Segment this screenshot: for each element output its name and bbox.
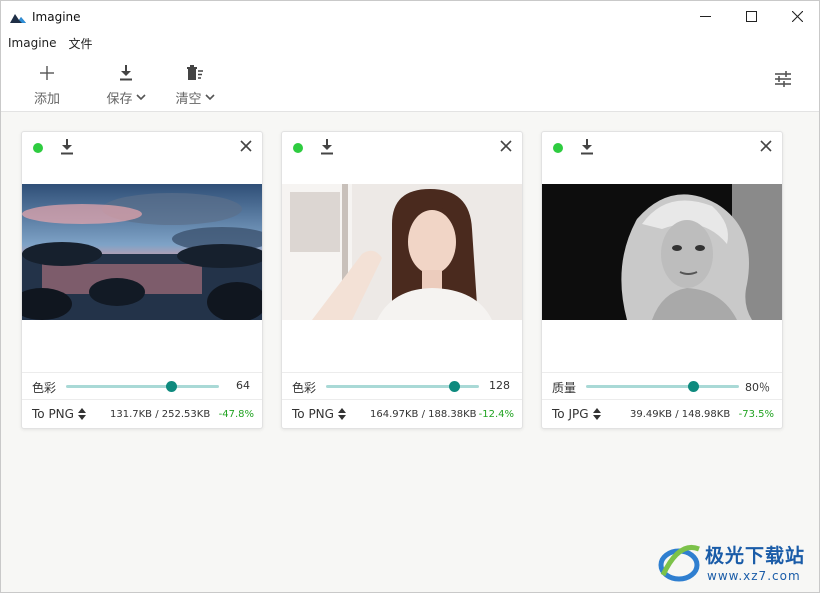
slider-handle[interactable] xyxy=(449,381,461,392)
status-dot xyxy=(293,143,303,153)
chevron-down-icon xyxy=(135,94,146,101)
sort-arrows-icon xyxy=(592,408,601,420)
app-window: Imagine Imagine 文件 添加 保存 清空 色彩 64 To PNG… xyxy=(0,0,820,593)
title-bar: Imagine xyxy=(1,1,819,32)
format-select[interactable]: To PNG xyxy=(32,407,86,421)
sliders-icon xyxy=(775,71,791,87)
image-card: 色彩 64 To PNG 131.7KB / 252.53KB -47.8% xyxy=(21,131,263,429)
watermark-title: 极光下载站 xyxy=(705,545,806,567)
window-title: Imagine xyxy=(32,9,81,24)
close-icon xyxy=(791,11,803,22)
quality-slider-row: 质量 80％ xyxy=(542,372,782,399)
size-change: -47.8% xyxy=(218,409,254,420)
slider-track[interactable] xyxy=(66,385,219,388)
landscape-image xyxy=(22,184,262,320)
menu-imagine[interactable]: Imagine xyxy=(2,36,63,50)
close-icon[interactable] xyxy=(500,140,512,152)
status-dot xyxy=(553,143,563,153)
save-button[interactable]: 保存 xyxy=(102,62,150,107)
file-sizes: 164.97KB / 188.38KB xyxy=(370,409,477,420)
download-icon[interactable] xyxy=(580,139,594,155)
image-thumbnail xyxy=(282,184,522,320)
menu-file[interactable]: 文件 xyxy=(63,35,99,52)
add-button[interactable]: 添加 xyxy=(31,62,63,107)
slider-value: 128 xyxy=(489,379,510,392)
slider-value: 80％ xyxy=(745,381,770,394)
image-card: 质量 80％ To JPG 39.49KB / 148.98KB -73.5% xyxy=(541,131,783,429)
format-row: To JPG 39.49KB / 148.98KB -73.5% xyxy=(542,399,782,429)
close-icon[interactable] xyxy=(240,140,252,152)
chevron-down-icon xyxy=(204,94,215,101)
clear-label: 清空 xyxy=(175,92,202,107)
toolbar: 添加 保存 清空 xyxy=(1,54,819,112)
image-thumbnail xyxy=(22,184,262,320)
maximize-icon xyxy=(745,11,757,22)
slider-track[interactable] xyxy=(586,385,739,388)
format-row: To PNG 131.7KB / 252.53KB -47.8% xyxy=(22,399,262,429)
settings-button[interactable] xyxy=(774,71,796,93)
slider-handle[interactable] xyxy=(166,381,178,392)
image-thumbnail xyxy=(542,184,782,320)
download-icon xyxy=(120,65,132,81)
portrait-image xyxy=(282,184,522,320)
add-label: 添加 xyxy=(33,92,60,107)
image-card: 色彩 128 To PNG 164.97KB / 188.38KB -12.4% xyxy=(281,131,523,429)
card-header xyxy=(542,132,782,164)
download-icon[interactable] xyxy=(60,139,74,155)
watermark-logo-icon xyxy=(658,545,700,582)
clear-button[interactable]: 清空 xyxy=(171,62,219,107)
clear-list-icon xyxy=(187,65,203,80)
portrait-bw-image xyxy=(542,184,782,320)
format-select[interactable]: To JPG xyxy=(552,407,601,421)
minimize-button[interactable] xyxy=(682,1,728,32)
sort-arrows-icon xyxy=(77,408,86,420)
slider-value: 64 xyxy=(236,379,250,392)
save-label: 保存 xyxy=(106,92,133,107)
close-window-button[interactable] xyxy=(774,1,820,32)
format-label: To JPG xyxy=(552,407,589,421)
slider-label: 质量 xyxy=(552,381,577,395)
slider-label: 色彩 xyxy=(32,381,57,395)
format-label: To PNG xyxy=(32,407,74,421)
sort-arrows-icon xyxy=(337,408,346,420)
plus-icon xyxy=(40,66,54,80)
size-change: -12.4% xyxy=(478,409,514,420)
size-change: -73.5% xyxy=(738,409,774,420)
color-slider-row: 色彩 128 xyxy=(282,372,522,399)
maximize-button[interactable] xyxy=(728,1,774,32)
app-logo-icon xyxy=(10,13,26,23)
watermark: 极光下载站 www.xz7.com xyxy=(657,539,817,587)
slider-label: 色彩 xyxy=(292,381,317,395)
watermark-url: www.xz7.com xyxy=(707,569,801,583)
file-sizes: 131.7KB / 252.53KB xyxy=(110,409,211,420)
format-label: To PNG xyxy=(292,407,334,421)
menu-bar: Imagine 文件 xyxy=(1,32,819,54)
download-icon[interactable] xyxy=(320,139,334,155)
minimize-icon xyxy=(699,16,711,17)
file-sizes: 39.49KB / 148.98KB xyxy=(630,409,731,420)
status-dot xyxy=(33,143,43,153)
format-select[interactable]: To PNG xyxy=(292,407,346,421)
color-slider-row: 色彩 64 xyxy=(22,372,262,399)
card-header xyxy=(22,132,262,164)
format-row: To PNG 164.97KB / 188.38KB -12.4% xyxy=(282,399,522,429)
close-icon[interactable] xyxy=(760,140,772,152)
card-header xyxy=(282,132,522,164)
slider-handle[interactable] xyxy=(687,381,699,392)
